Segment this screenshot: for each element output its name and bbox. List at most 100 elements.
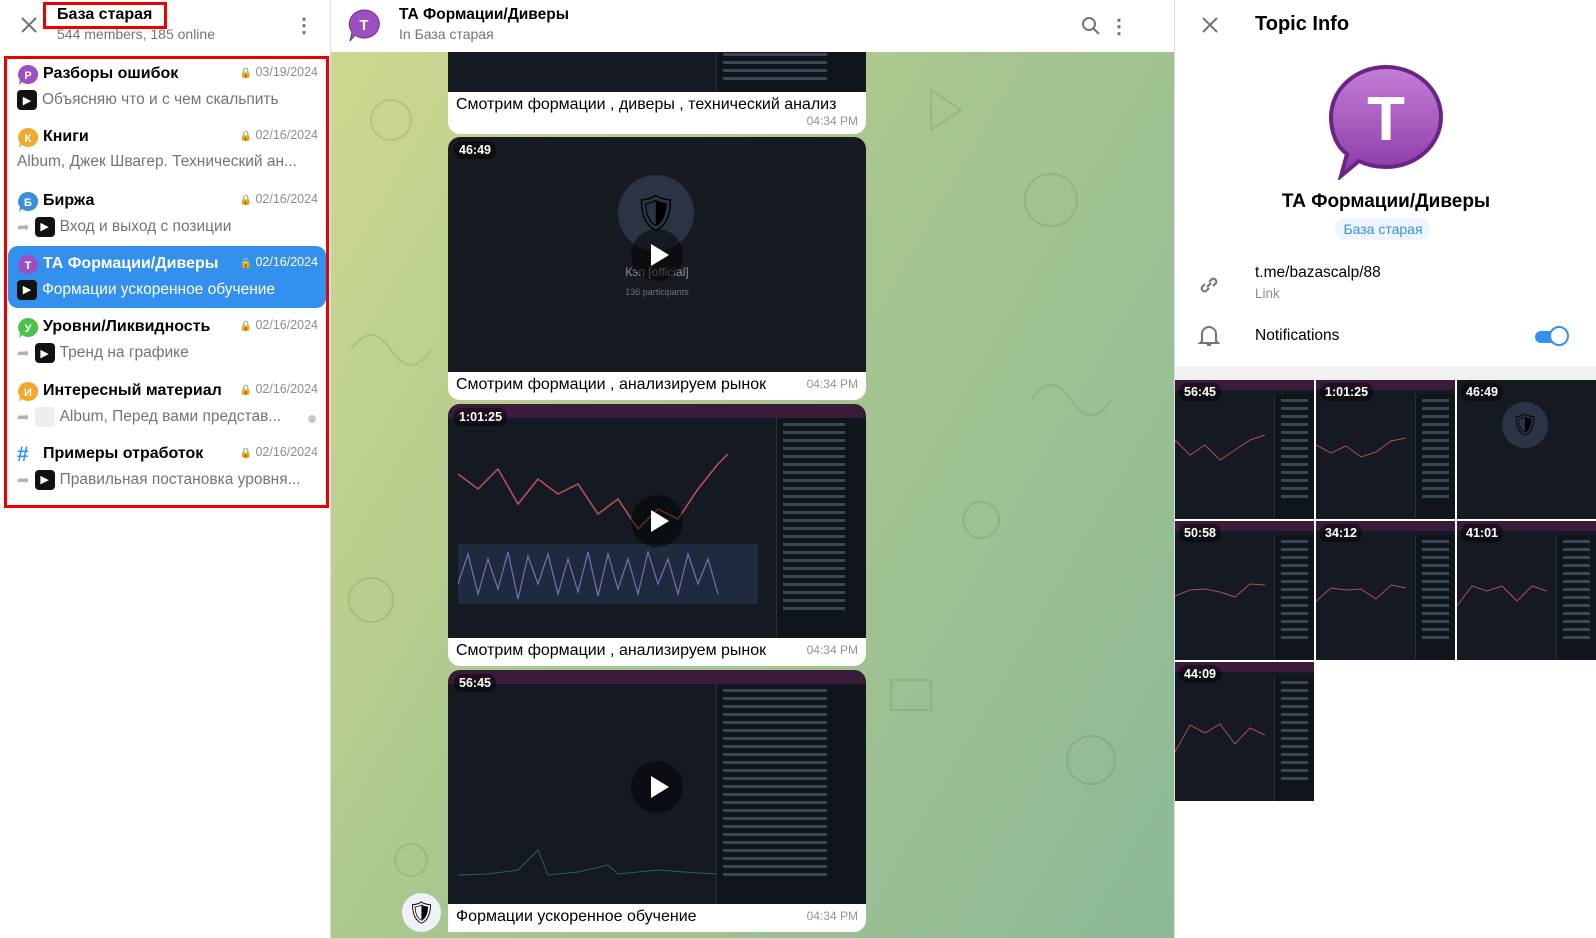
video-thumb-icon: ▶ [17,279,37,300]
media-tile[interactable]: 44:09 [1175,662,1314,801]
topic-name: ТА Формации/Диверы [43,254,219,272]
close-icon[interactable] [16,12,42,38]
media-tile[interactable]: 1:01:25 [1316,380,1455,519]
topic-icon: Т [18,254,39,275]
topic-item[interactable]: У Уровни/Ликвидность 🔒 02/16/2024 ➦ ▶ Тренд н… [8,309,326,371]
more-icon[interactable]: ⋮ [1107,12,1131,40]
chart-preview [458,849,739,876]
group-members: 544 members, 185 online [57,26,215,42]
video-duration: 46:49 [1461,383,1503,401]
topic-preview: ▶ Объясняю что и с чем скальпить [17,90,317,110]
video-thumbnail[interactable]: 56:45 [448,670,866,904]
more-icon[interactable]: ⋮ [292,12,316,38]
topic-icon: К [18,128,39,149]
topic-date: 🔒 02/16/2024 [239,254,319,269]
topic-preview: ➦ Album, Перед вами представ... [17,406,282,427]
chart-preview [1175,434,1266,461]
chat-panel: Т ТА Формации/Диверы In База старая ⋮ См… [331,0,1174,938]
group-badge[interactable]: База старая [1335,218,1431,240]
group-title[interactable]: База старая [57,6,152,24]
message-caption: Смотрим формации , анализируем рынок [456,376,767,393]
video-thumbnail[interactable]: 1:01:25 [448,404,866,638]
topic-item[interactable]: Б Биржа 🔒 02/16/2024 ➦ ▶ Вход и выход с позиц… [8,183,326,245]
media-tile[interactable]: 56:45 [1175,380,1314,519]
close-icon[interactable] [1197,12,1223,38]
message-caption: Смотрим формации , диверы , технический … [456,96,837,113]
topic-item[interactable]: # Примеры отработок 🔒 02/16/2024 ➦ ▶ Правильн… [8,436,326,498]
chart-preview [1457,585,1548,607]
forward-icon: ➦ [17,471,30,489]
chart-preview [1175,723,1266,753]
video-duration: 44:09 [1179,665,1221,683]
video-thumb-icon [34,406,55,427]
chat-subtitle[interactable]: In База старая [399,26,494,42]
svg-text:Б: Б [24,197,32,209]
topic-preview: ➦ ▶ Тренд на графике [17,343,189,364]
forward-icon: ➦ [17,345,30,363]
video-duration: 1:01:25 [454,408,508,426]
video-thumb-icon: ▶ [34,469,55,490]
topic-icon: Б [18,191,39,212]
topic-preview: ➦ ▶ Правильная постановка уровня... [17,469,301,490]
search-icon[interactable] [1077,12,1105,40]
media-tile[interactable]: 41:01 [1457,521,1596,660]
channel-participants: 136 participants [625,287,689,297]
play-button[interactable] [631,761,683,813]
chart-preview [1316,584,1407,602]
video-thumb-icon: ▶ [17,90,37,110]
media-tile[interactable]: 50:58 [1175,521,1314,660]
play-button[interactable] [631,228,683,281]
lock-icon: 🔒 [239,131,252,143]
chat-header: Т ТА Формации/Диверы In База старая ⋮ [331,0,1174,52]
link-label: Link [1255,286,1280,301]
topic-item[interactable]: Р Разборы ошибок 🔒 03/19/2024 ▶ Объясняю что… [8,56,326,118]
message-bubble[interactable]: 1:01:25 Смотрим формации , анализируем р… [448,404,866,666]
topic-item[interactable]: Т ТА Формации/Диверы 🔒 02/16/2024 ▶ Формации… [8,245,326,308]
message-bubble[interactable]: 46:49 🛡 Кэп [official] 136 participants … [448,137,866,400]
play-button[interactable] [631,495,683,547]
video-thumbnail[interactable]: 46:49 🛡 Кэп [official] 136 participants [448,137,866,372]
topic-date: 🔒 02/16/2024 [239,318,319,333]
topic-name: Уровни/Ликвидность [43,318,211,336]
topic-date: 🔒 03/19/2024 [239,65,319,79]
media-tile[interactable]: 🛡 46:49 [1457,380,1596,519]
media-tile[interactable]: 34:12 [1316,521,1455,660]
lock-icon: 🔒 [239,447,252,459]
message-time: 04:34 PM [806,643,858,657]
sender-avatar[interactable]: 🛡 [402,893,441,932]
message-time: 04:34 PM [806,909,858,923]
message-bubble[interactable]: 56:45 Формации ускоренное обучение 04:34… [448,670,866,932]
topic-item[interactable]: И Интересный материал 🔒 02/16/2024 ➦ Album, … [8,373,326,435]
topic-date: 🔒 02/16/2024 [239,128,319,143]
video-duration: 34:12 [1320,524,1362,542]
message-time: 04:34 PM [806,114,858,128]
svg-text:Т: Т [359,17,368,34]
notifications-label: Notifications [1255,327,1340,344]
forward-icon: ➦ [17,408,30,426]
message-time: 04:34 PM [806,377,858,391]
svg-text:Т: Т [25,260,32,272]
bell-icon [1195,321,1223,349]
topic-date: 🔒 02/16/2024 [239,381,319,396]
topic-list-panel: База старая 544 members, 185 online ⋮ РР… [0,0,331,938]
topic-link[interactable]: t.me/bazascalp/88 [1255,264,1381,282]
video-thumb-icon: ▶ [34,343,55,364]
video-thumb-icon: ▶ [34,216,55,237]
notifications-toggle[interactable] [1535,326,1569,346]
lock-icon: 🔒 [239,194,252,206]
message-caption: Формации ускоренное обучение [456,908,697,925]
video-duration: 56:45 [454,674,496,692]
lock-icon: 🔒 [239,321,252,333]
link-icon [1195,271,1223,299]
chart-preview [1316,437,1407,458]
topic-preview: ▶ Формации ускоренное обучение [17,279,317,300]
video-duration: 46:49 [454,141,496,159]
topic-icon: И [18,381,39,402]
topic-name: Примеры отработок [43,444,204,462]
topic-item[interactable]: К Книги 🔒 02/16/2024 Album, Джек Швагер. Те… [8,119,326,181]
topic-name: Биржа [43,191,95,209]
chat-title[interactable]: ТА Формации/Диверы [399,6,569,24]
message-bubble[interactable]: Смотрим формации , диверы , технический … [448,40,866,134]
message-caption: Смотрим формации , анализируем рынок [456,642,767,659]
unread-dot [308,414,316,423]
